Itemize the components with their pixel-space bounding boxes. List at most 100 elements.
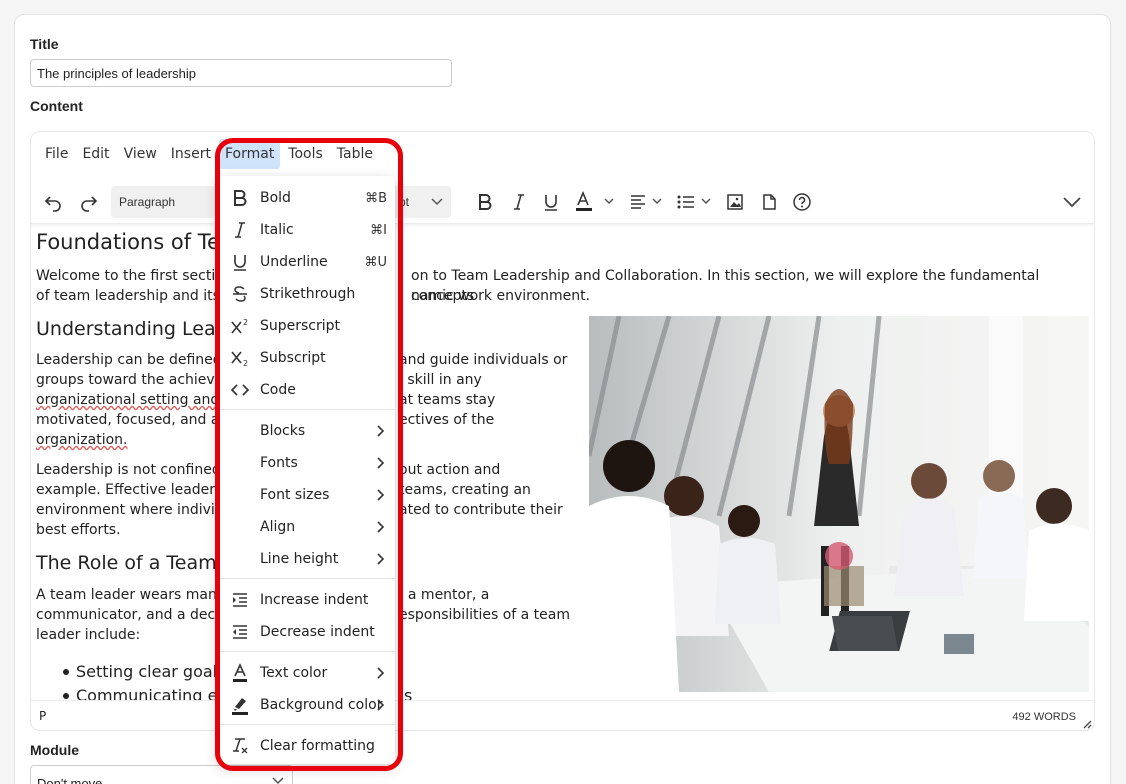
menu-item-decrease-indent[interactable]: Decrease indent (218, 616, 395, 648)
menu-item-background-color[interactable]: Background color (218, 689, 395, 721)
p3-line1a: A team leader wears man (36, 587, 217, 603)
editor-toolbar: Paragraph pt (31, 180, 1094, 224)
menu-item-label: Italic (260, 222, 294, 238)
intro-line2-end: namic work environment. (411, 288, 591, 304)
svg-text:2: 2 (243, 359, 248, 367)
undo-button[interactable] (39, 186, 67, 218)
module-value: Don't move (37, 776, 103, 784)
text-color-icon (576, 191, 614, 211)
shortcut-label: ⌘B (365, 190, 387, 206)
italic-button[interactable] (507, 186, 531, 218)
menu-item-blocks[interactable]: Blocks (218, 415, 395, 447)
menu-item-text-color[interactable]: Text color (218, 657, 395, 689)
menu-item-align[interactable]: Align (218, 511, 395, 543)
toolbar-expand-button[interactable] (1059, 186, 1085, 218)
decrease-indent-icon (230, 622, 250, 642)
background-color-icon (230, 695, 250, 715)
menu-item-label: Bold (260, 190, 291, 206)
menu-item-label: Clear formatting (260, 738, 375, 754)
subscript-icon: 2 (230, 348, 250, 368)
p2-line1a: Leadership is not confined (36, 462, 221, 478)
menu-item-label: Fonts (260, 455, 298, 471)
p2-line2b: teams, creating an (399, 482, 531, 498)
text-color-icon (230, 663, 250, 683)
rich-text-editor: File Edit View Insert Format Tools Table… (30, 131, 1095, 731)
p1-line4a: motivated, focused, and a (36, 412, 220, 428)
text-color-button[interactable] (571, 186, 621, 218)
redo-button[interactable] (75, 186, 103, 218)
menu-item-superscript[interactable]: 2 Superscript (218, 310, 395, 342)
bullet-list-button[interactable] (675, 186, 715, 218)
element-path[interactable]: P (39, 709, 46, 723)
italic-icon (514, 194, 524, 210)
menu-item-fonts[interactable]: Fonts (218, 447, 395, 479)
font-size-select[interactable]: pt (391, 186, 451, 218)
chevron-right-icon (377, 699, 385, 711)
chevron-right-icon (377, 457, 385, 469)
menu-item-bold[interactable]: Bold ⌘B (218, 182, 395, 214)
team-meeting-photo[interactable] (589, 316, 1089, 692)
p1-line3b: at teams stay (399, 392, 496, 408)
menu-item-label: Font sizes (260, 487, 330, 503)
module-select[interactable]: Don't move (30, 765, 293, 784)
menu-item-code[interactable]: Code (218, 374, 395, 406)
p1-line2a: groups toward the achieve (36, 372, 224, 388)
block-format-select[interactable]: Paragraph (111, 186, 221, 218)
bullet2-text: Communicating effe (76, 686, 239, 700)
menu-insert[interactable]: Insert (165, 139, 217, 169)
chevron-down-icon (431, 198, 443, 206)
chevron-down-icon (1063, 197, 1081, 208)
insert-document-button[interactable] (757, 186, 781, 218)
menu-item-label: Strikethrough (260, 286, 356, 302)
font-size-value: pt (399, 195, 410, 209)
list-item: Communicating effe s (62, 684, 412, 700)
heading-role: The Role of a Team (36, 552, 217, 574)
code-icon (230, 380, 250, 400)
menu-file[interactable]: File (39, 139, 74, 169)
help-icon (793, 193, 811, 211)
editor-statusbar: P 492 WORDS (31, 700, 1094, 730)
list-item: Setting clear goals a (62, 660, 241, 684)
resize-handle-icon[interactable] (1082, 719, 1092, 729)
bold-button[interactable] (473, 186, 497, 218)
superscript-icon: 2 (230, 316, 250, 336)
menu-tools[interactable]: Tools (282, 139, 329, 169)
bullet1-text: Setting clear goals a (76, 662, 241, 681)
menu-divider (218, 409, 395, 410)
menu-item-line-height[interactable]: Line height (218, 543, 395, 575)
chevron-right-icon (377, 425, 385, 437)
menu-edit[interactable]: Edit (76, 139, 115, 169)
menu-item-label: Line height (260, 551, 339, 567)
menu-item-increase-indent[interactable]: Increase indent (218, 584, 395, 616)
underline-button[interactable] (539, 186, 563, 218)
strikethrough-icon (230, 284, 250, 304)
menu-item-label: Background color (260, 697, 383, 713)
menu-item-underline[interactable]: Underline ⌘U (218, 246, 395, 278)
chevron-right-icon (377, 553, 385, 565)
p2-line2a: example. Effective leaders (36, 482, 223, 498)
menu-divider (218, 724, 395, 725)
word-count[interactable]: 492 WORDS (1012, 711, 1076, 723)
menu-item-strikethrough[interactable]: Strikethrough (218, 278, 395, 310)
menu-table[interactable]: Table (331, 139, 379, 169)
editor-content[interactable]: Foundations of Te Welcome to the first s… (31, 225, 1094, 700)
p1-line1a: Leadership can be defined (36, 352, 222, 368)
menu-item-label: Text color (260, 665, 328, 681)
editor-menubar: File Edit View Insert Format Tools Table (31, 132, 1094, 176)
align-left-icon (631, 195, 662, 209)
help-button[interactable] (789, 186, 815, 218)
menu-format[interactable]: Format (218, 139, 281, 169)
menu-item-subscript[interactable]: 2 Subscript (218, 342, 395, 374)
align-button[interactable] (627, 186, 667, 218)
p1-line5a: organization. (36, 432, 128, 448)
menu-view[interactable]: View (118, 139, 163, 169)
menu-item-font-sizes[interactable]: Font sizes (218, 479, 395, 511)
menu-item-italic[interactable]: Italic ⌘I (218, 214, 395, 246)
chevron-down-icon (272, 777, 284, 784)
insert-image-button[interactable] (723, 186, 747, 218)
bullet2-end: s (404, 686, 413, 700)
p3-line2a: communicator, and a dec (36, 607, 216, 623)
chevron-right-icon (377, 521, 385, 533)
menu-item-clear-formatting[interactable]: Clear formatting (218, 730, 395, 762)
title-input[interactable] (30, 59, 452, 87)
